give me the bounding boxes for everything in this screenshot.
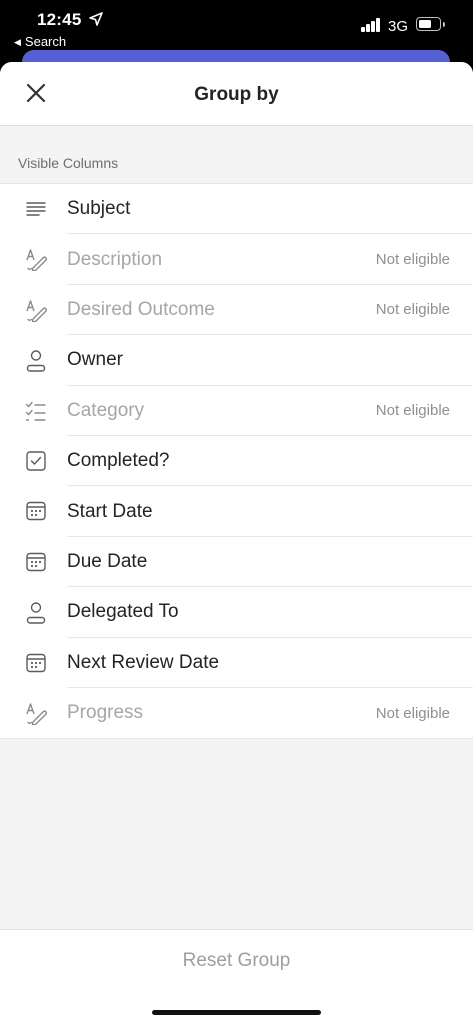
reset-group-button[interactable]: Reset Group [0,950,473,972]
text-pen-icon [26,249,47,272]
column-label: Progress [67,702,144,724]
network-type: 3G [388,18,409,35]
column-row-desired-outcome: Desired Outcome Not eligible [0,285,473,336]
calendar-icon [26,552,46,571]
not-eligible-note: Not eligible [375,301,450,319]
column-row-start-date[interactable]: Start Date [0,486,473,537]
column-row-progress: Progress Not eligible [0,688,473,738]
column-row-subject[interactable]: Subject [0,184,473,235]
person-icon [26,602,46,624]
status-bar: 12:45 ◀ Search 3G [0,0,473,52]
column-row-owner[interactable]: Owner [0,335,473,386]
column-label: Completed? [67,450,170,472]
not-eligible-note: Not eligible [375,251,450,269]
column-row-next-review-date[interactable]: Next Review Date [0,638,473,688]
not-eligible-note: Not eligible [375,704,450,722]
sheet-title: Group by [194,84,279,105]
checklist-icon [25,401,46,421]
sheet-header: Group by [0,62,473,126]
column-list: Subject Description Not eligible Desired Ou… [0,183,473,740]
column-label: Desired Outcome [67,298,215,320]
group-by-sheet: Group by Visible Columns Subject Descript… [0,62,473,1024]
section-label: Visible Columns [18,155,119,171]
sheet-footer: Reset Group [0,929,473,1024]
column-label: Owner [67,349,123,371]
column-label: Subject [67,198,131,220]
back-label-text: Search [24,34,67,49]
person-icon [26,350,46,372]
not-eligible-note: Not eligible [375,402,450,420]
column-label: Start Date [67,500,153,522]
column-row-delegated-to[interactable]: Delegated To [0,587,473,638]
back-triangle-icon: ◀ [14,37,21,47]
checkbox-icon [26,451,46,471]
column-label: Category [67,399,145,421]
column-row-description: Description Not eligible [0,234,473,285]
column-row-due-date[interactable]: Due Date [0,537,473,588]
column-row-category: Category Not eligible [0,386,473,436]
home-indicator [152,1010,321,1015]
column-label: Description [67,248,163,270]
calendar-icon [26,502,46,521]
text-pen-icon [26,703,47,725]
calendar-icon [26,653,46,672]
column-row-completed[interactable]: Completed? [0,436,473,487]
battery-icon [416,17,445,31]
column-label: Due Date [67,550,148,572]
cellular-signal-icon [361,18,381,32]
text-pen-icon [26,300,47,322]
column-label: Delegated To [67,601,179,623]
location-arrow-icon [89,12,103,26]
status-time: 12:45 [37,10,82,29]
back-to-app-link[interactable]: ◀ Search [14,34,66,49]
column-label: Next Review Date [67,651,220,673]
text-lines-icon [26,202,46,216]
